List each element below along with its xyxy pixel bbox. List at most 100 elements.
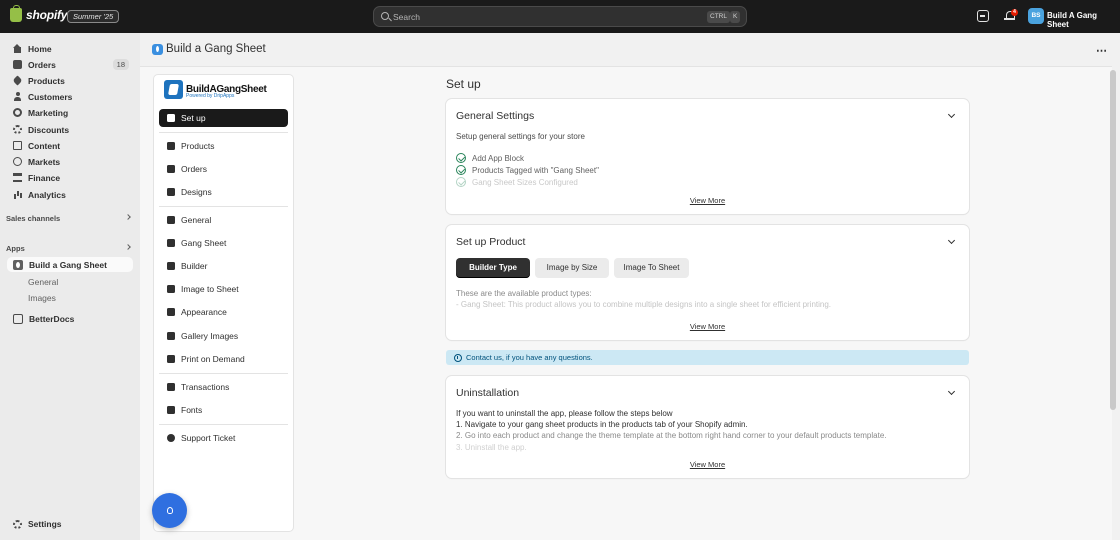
- sidebar-item-content[interactable]: Content: [7, 138, 133, 153]
- home-icon: [13, 44, 22, 53]
- sidebar-item-settings[interactable]: Settings: [13, 519, 62, 529]
- sidebar-item-label: Markets: [28, 156, 61, 167]
- sidebar-item-marketing[interactable]: Marketing: [7, 105, 133, 120]
- page-title: Build a Gang Sheet: [166, 43, 266, 55]
- sidebar-item-analytics[interactable]: Analytics: [7, 187, 133, 202]
- nav-gallery-images[interactable]: Gallery Images: [159, 327, 288, 345]
- sidebar-item-label: Discounts: [28, 124, 70, 135]
- store-icon[interactable]: [977, 10, 989, 22]
- tab-builder-type[interactable]: Builder Type: [456, 258, 530, 278]
- contact-banner[interactable]: Contact us, if you have any questions.: [446, 350, 969, 365]
- nav-transactions[interactable]: Transactions: [159, 378, 288, 396]
- chevron-down-icon[interactable]: [947, 110, 956, 119]
- nav-general[interactable]: General: [159, 211, 288, 229]
- tab-image-by-size[interactable]: Image by Size: [535, 258, 609, 278]
- sidebar-item-label: Build a Gang Sheet: [29, 259, 107, 270]
- app-icon: [152, 43, 163, 55]
- print-icon: [167, 355, 175, 363]
- top-bar: shopify Summer '25 Search CTRL K 4 BS Bu…: [0, 0, 1120, 33]
- sidebar-item-finance[interactable]: Finance: [7, 170, 133, 185]
- sidebar-subitem-images[interactable]: Images: [28, 293, 56, 303]
- transactions-icon: [167, 383, 175, 391]
- search-input[interactable]: Search CTRL K: [373, 6, 747, 27]
- betterdocs-icon: [13, 313, 23, 324]
- tag-icon: [167, 142, 175, 150]
- nav-fonts[interactable]: Fonts: [159, 401, 288, 419]
- chevron-down-icon[interactable]: [947, 387, 956, 396]
- nav-gang-sheet[interactable]: Gang Sheet: [159, 234, 288, 252]
- divider: [159, 206, 288, 207]
- nav-set-up[interactable]: Set up: [159, 109, 288, 127]
- nav-orders[interactable]: Orders: [159, 160, 288, 178]
- view-more-link[interactable]: View More: [446, 322, 969, 331]
- nav-builder[interactable]: Builder: [159, 257, 288, 275]
- nav-designs[interactable]: Designs: [159, 183, 288, 201]
- shortcut-k-key: K: [730, 11, 741, 23]
- sidebar-item-discounts[interactable]: Discounts: [7, 122, 133, 137]
- section-title: Set up: [446, 77, 481, 91]
- check-circle-icon: [456, 165, 466, 175]
- sidebar-item-home[interactable]: Home: [7, 41, 133, 56]
- sidebar-item-products[interactable]: Products: [7, 73, 133, 88]
- uninstallation-card: Uninstallation If you want to uninstall …: [446, 376, 969, 478]
- store-name[interactable]: Build A Gang Sheet: [1047, 11, 1120, 29]
- bank-icon: [13, 173, 22, 182]
- target-icon: [13, 108, 22, 117]
- nav-label: Gang Sheet: [181, 238, 227, 248]
- nav-label: Products: [181, 141, 215, 151]
- apps-header[interactable]: Apps: [6, 244, 132, 253]
- avatar[interactable]: BS: [1028, 8, 1044, 24]
- chevron-right-icon: [125, 244, 131, 250]
- builder-icon: [167, 262, 175, 270]
- sidebar-item-label: Orders: [28, 59, 56, 70]
- more-actions-button[interactable]: ⋯: [1096, 44, 1108, 57]
- section-label: Sales channels: [6, 214, 61, 223]
- card-text: 2. Go into each product and change the t…: [456, 431, 887, 440]
- sidebar-item-label: Home: [28, 43, 52, 54]
- section-label: Apps: [6, 244, 25, 253]
- home-icon: [167, 216, 175, 224]
- edition-badge[interactable]: Summer '25: [67, 10, 120, 23]
- checklist-label: Gang Sheet Sizes Configured: [472, 177, 578, 187]
- sidebar-subitem-general[interactable]: General: [28, 277, 58, 287]
- view-more-link[interactable]: View More: [446, 196, 969, 205]
- sidebar-item-label: Settings: [28, 519, 62, 529]
- appearance-icon: [167, 308, 175, 316]
- nav-support-ticket[interactable]: Support Ticket: [159, 429, 288, 447]
- chevron-down-icon[interactable]: [947, 236, 956, 245]
- content-icon: [13, 141, 22, 150]
- sidebar-item-orders[interactable]: Orders 18: [7, 57, 133, 72]
- sidebar-item-label: Marketing: [28, 107, 69, 118]
- nav-image-to-sheet[interactable]: Image to Sheet: [159, 280, 288, 298]
- sidebar-item-customers[interactable]: Customers: [7, 89, 133, 104]
- check-circle-icon: [456, 153, 466, 163]
- nav-label: Designs: [181, 187, 212, 197]
- card-text: If you want to uninstall the app, please…: [456, 409, 673, 418]
- checklist-label: Products Tagged with "Gang Sheet": [472, 165, 599, 175]
- shopify-bag-icon: [10, 5, 22, 22]
- nav-print-on-demand[interactable]: Print on Demand: [159, 350, 288, 368]
- logo-text: shopify: [26, 8, 68, 22]
- sales-channels-header[interactable]: Sales channels: [6, 214, 132, 223]
- sidebar-item-label: Analytics: [28, 189, 66, 200]
- chat-support-button[interactable]: [152, 493, 187, 528]
- nav-label: Appearance: [181, 307, 227, 317]
- sidebar-item-markets[interactable]: Markets: [7, 154, 133, 169]
- app-icon: [13, 259, 23, 270]
- tab-image-to-sheet[interactable]: Image To Sheet: [614, 258, 689, 278]
- notification-count-badge: 4: [1011, 9, 1018, 16]
- checklist-item: Gang Sheet Sizes Configured: [456, 177, 578, 187]
- nav-appearance[interactable]: Appearance: [159, 303, 288, 321]
- sidebar-item-build-a-gang-sheet[interactable]: Build a Gang Sheet: [7, 257, 133, 272]
- sidebar-item-betterdocs[interactable]: BetterDocs: [7, 311, 133, 326]
- nav-products[interactable]: Products: [159, 137, 288, 155]
- nav-label: Builder: [181, 261, 208, 271]
- brand-icon: [164, 80, 183, 99]
- view-more-link[interactable]: View More: [446, 460, 969, 469]
- app-navigation: BuildAGangSheet Powered by DripApps Set …: [154, 75, 293, 531]
- sidebar-item-label: Finance: [28, 172, 61, 183]
- shopify-logo[interactable]: shopify: [10, 5, 68, 22]
- scrollbar[interactable]: [1110, 70, 1116, 410]
- chevron-right-icon: [125, 214, 131, 220]
- nav-label: General: [181, 215, 212, 225]
